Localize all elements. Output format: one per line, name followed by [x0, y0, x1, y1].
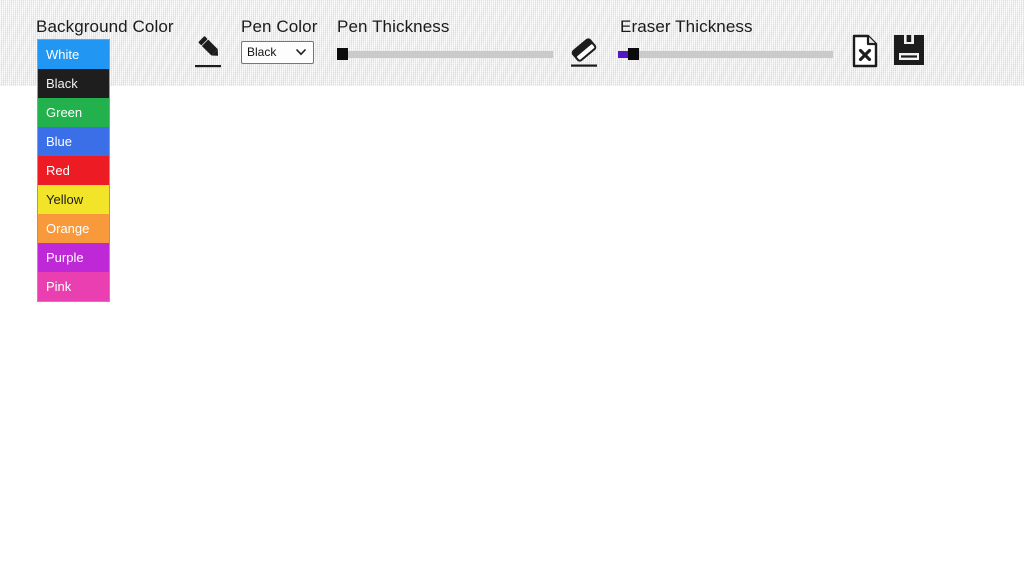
background-color-option-black[interactable]: Black — [38, 69, 109, 98]
eraser-tool-button[interactable] — [567, 35, 601, 69]
pen-thickness-thumb[interactable] — [337, 48, 348, 60]
background-color-option-blue[interactable]: Blue — [38, 127, 109, 156]
pen-thickness-slider[interactable] — [337, 48, 553, 60]
background-color-option-label: Pink — [46, 279, 72, 294]
pen-color-label: Pen Color — [241, 17, 318, 36]
clear-canvas-button[interactable] — [851, 34, 879, 68]
drawing-canvas[interactable] — [0, 86, 1024, 576]
background-color-list[interactable]: White Black Green Blue Red Yellow Orange Purple… — [37, 39, 110, 302]
background-color-option-label: Green — [46, 105, 83, 120]
background-color-option-red[interactable]: Red — [38, 156, 109, 185]
eraser-thickness-thumb[interactable] — [628, 48, 639, 60]
eraser-thickness-track[interactable] — [618, 51, 833, 58]
eraser-icon — [571, 38, 597, 67]
pen-thickness-track[interactable] — [337, 51, 553, 58]
pen-color-select[interactable]: BlackWhiteGreenBlueRedYellowOrangePurple… — [241, 41, 314, 64]
background-color-option-yellow[interactable]: Yellow — [38, 185, 109, 214]
save-button[interactable] — [893, 34, 925, 66]
pencil-tool-button[interactable] — [191, 35, 223, 69]
background-color-option-pink[interactable]: Pink — [38, 272, 109, 301]
background-color-option-label: Blue — [46, 134, 73, 149]
background-color-option-label: Purple — [46, 250, 84, 265]
clear-page-icon — [852, 34, 878, 68]
background-color-option-orange[interactable]: Orange — [38, 214, 109, 243]
eraser-thickness-slider[interactable] — [618, 48, 833, 60]
background-color-option-white[interactable]: White — [38, 40, 109, 69]
background-color-option-label: Black — [46, 76, 78, 91]
pen-thickness-label: Pen Thickness — [337, 17, 450, 36]
toolbar: Background Color Pen Color Pen Thickness… — [0, 0, 1024, 86]
background-color-option-purple[interactable]: Purple — [38, 243, 109, 272]
background-color-option-green[interactable]: Green — [38, 98, 109, 127]
background-color-option-label: Yellow — [46, 192, 84, 207]
background-color-option-label: Red — [46, 163, 70, 178]
pencil-icon — [195, 36, 221, 68]
eraser-thickness-fill — [618, 51, 628, 58]
save-floppy-icon — [894, 35, 924, 65]
eraser-thickness-label: Eraser Thickness — [620, 17, 753, 36]
background-color-option-label: White — [46, 47, 80, 62]
background-color-option-label: Orange — [46, 221, 90, 236]
background-color-label: Background Color — [36, 17, 174, 36]
